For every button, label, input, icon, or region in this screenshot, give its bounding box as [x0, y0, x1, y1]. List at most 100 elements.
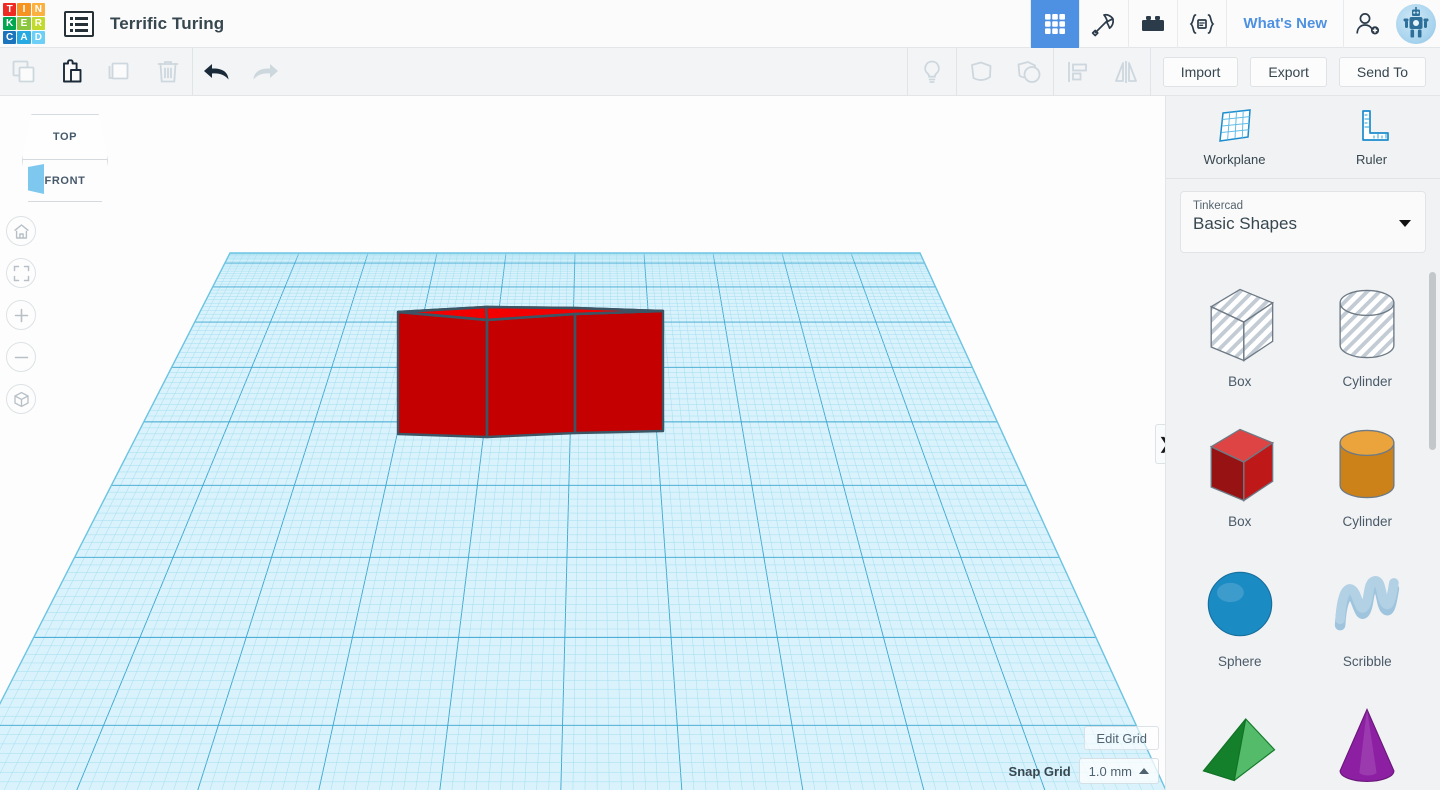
view-cube-top-face[interactable]: TOP: [22, 114, 108, 160]
cylinder-hole-icon: [1339, 289, 1395, 359]
gallery-list-button[interactable]: [64, 10, 94, 37]
duplicate-button[interactable]: [96, 48, 144, 96]
view-cube-front-label: FRONT: [44, 174, 86, 187]
scene-objects[interactable]: [0, 96, 1165, 790]
designs-grid-icon[interactable]: [1030, 0, 1080, 48]
scrollbar-thumb[interactable]: [1429, 272, 1436, 450]
edit-tools-left: [0, 47, 289, 96]
snap-grid-label: Snap Grid: [1008, 763, 1071, 779]
chevron-up-icon: [1139, 767, 1149, 774]
logo-tile-t: T: [3, 2, 17, 16]
shape-thumbnail: [1192, 416, 1288, 512]
shape-thumbnail: [1319, 416, 1415, 512]
scribble-icon: [1335, 576, 1400, 631]
ungroup-shapes-icon[interactable]: [1005, 48, 1053, 96]
shape-item-sphere-solid[interactable]: Sphere: [1176, 550, 1304, 690]
zoom-in-button[interactable]: [6, 300, 36, 330]
sidebar-tools: Workplane Ruler: [1166, 96, 1440, 179]
paste-button[interactable]: [48, 48, 96, 96]
avatar[interactable]: [1392, 3, 1440, 44]
group-shapes-icon[interactable]: [957, 48, 1005, 96]
pyramid-solid-icon: [1202, 718, 1276, 782]
shape-thumbnail: [1319, 696, 1415, 790]
view-cube[interactable]: TOP FRONT: [22, 114, 108, 202]
zoom-out-button[interactable]: [6, 342, 36, 372]
chevron-down-icon: [1399, 220, 1411, 227]
shape-label: Box: [1228, 514, 1252, 529]
shape-label: Cylinder: [1342, 374, 1393, 389]
view-nav-buttons: [6, 204, 36, 426]
logo-tile-c: C: [3, 31, 17, 45]
workplane-grid-icon: [1218, 109, 1251, 142]
snap-grid-value: 1.0 mm: [1088, 763, 1132, 779]
ruler-tool[interactable]: Ruler: [1303, 107, 1440, 167]
design-canvas[interactable]: TOP FRONT Edit Grid Snap Grid 1.0 mm: [0, 96, 1165, 790]
page-title: Terrific Turing: [110, 13, 225, 33]
shape-grid-scrollbar[interactable]: [1429, 272, 1436, 790]
shape-library-name: Basic Shapes: [1193, 214, 1297, 233]
trash-icon[interactable]: [144, 48, 192, 96]
codeblocks-icon[interactable]: [1177, 0, 1226, 48]
home-view-button[interactable]: [6, 216, 36, 246]
redo-button[interactable]: [241, 48, 289, 96]
align-icon[interactable]: [1054, 48, 1102, 96]
shape-label: Scribble: [1342, 654, 1392, 669]
shape-item-cone-solid[interactable]: Cone: [1304, 690, 1432, 790]
shape-thumbnail: [1192, 696, 1288, 790]
edit-tools-right: Import Export Send To: [906, 47, 1440, 96]
edit-toolbar: Import Export Send To: [0, 47, 1440, 96]
send-to-button[interactable]: Send To: [1338, 56, 1426, 87]
logo-tile-d: D: [31, 31, 45, 45]
snap-grid-select[interactable]: 1.0 mm: [1078, 758, 1159, 784]
undo-button[interactable]: [193, 48, 241, 96]
export-button[interactable]: Export: [1250, 56, 1327, 87]
shape-item-pyramid-solid[interactable]: Roof: [1176, 690, 1304, 790]
shape-label: Sphere: [1217, 654, 1262, 669]
tinkercad-app: TINKERCAD Terrific Turing What's New Imp…: [0, 0, 1440, 790]
minecraft-pickaxe-icon[interactable]: [1079, 0, 1128, 48]
red-box-2[interactable]: [485, 307, 577, 439]
shape-library-provider: Tinkercad: [1193, 200, 1244, 212]
fit-view-button[interactable]: [6, 258, 36, 288]
shape-label: Cylinder: [1342, 514, 1393, 529]
box-hole-icon: [1209, 288, 1274, 362]
mirror-flip-icon[interactable]: [1102, 48, 1150, 96]
tinkercad-logo[interactable]: TINKERCAD: [2, 2, 46, 46]
workplane-tool-label: Workplane: [1203, 152, 1266, 167]
workplane-tool[interactable]: Workplane: [1166, 107, 1303, 167]
view-cube-front-face[interactable]: FRONT: [22, 160, 108, 202]
logo-tile-e: E: [17, 16, 31, 31]
lightbulb-icon[interactable]: [908, 48, 956, 96]
edit-grid-button[interactable]: Edit Grid: [1084, 726, 1159, 750]
top-bar: TINKERCAD Terrific Turing What's New: [0, 0, 1440, 48]
shape-thumbnail: [1192, 276, 1288, 372]
view-cube-top-label: TOP: [52, 131, 78, 143]
grid-controls: Edit Grid Snap Grid 1.0 mm: [1009, 726, 1159, 784]
shape-item-scribble[interactable]: Scribble: [1304, 550, 1432, 690]
shape-item-cylinder-solid[interactable]: Cylinder: [1304, 410, 1432, 550]
ruler-tool-label: Ruler: [1355, 152, 1388, 167]
shape-thumbnail: [1319, 276, 1415, 372]
copy-button[interactable]: [0, 48, 48, 96]
perspective-toggle-button[interactable]: [6, 384, 36, 414]
logo-tile-k: K: [3, 16, 17, 31]
lego-brick-icon[interactable]: [1128, 0, 1177, 48]
logo-tile-i: I: [17, 2, 31, 16]
cone-solid-icon: [1339, 708, 1395, 783]
add-person-icon[interactable]: [1343, 0, 1392, 48]
shape-grid: Box Cylinder Box Cylinder Sphere Scribble Roof…: [1166, 256, 1440, 790]
toolbar-divider: [1149, 47, 1151, 96]
cylinder-solid-icon: [1339, 429, 1395, 499]
shape-library-select[interactable]: Tinkercad Basic Shapes: [1180, 191, 1426, 253]
logo-tile-a: A: [17, 31, 31, 45]
box-solid-icon: [1209, 428, 1274, 502]
shape-item-box-hole[interactable]: Box: [1176, 270, 1304, 410]
shape-item-cylinder-hole[interactable]: Cylinder: [1304, 270, 1432, 410]
whats-new-link[interactable]: What's New: [1226, 0, 1343, 48]
snap-grid-row: Snap Grid 1.0 mm: [1009, 758, 1159, 784]
logo-tile-n: N: [31, 2, 45, 16]
shape-thumbnail: [1319, 556, 1415, 652]
import-button[interactable]: Import: [1162, 56, 1239, 87]
shape-item-box-solid[interactable]: Box: [1176, 410, 1304, 550]
ruler-icon: [1361, 110, 1389, 141]
